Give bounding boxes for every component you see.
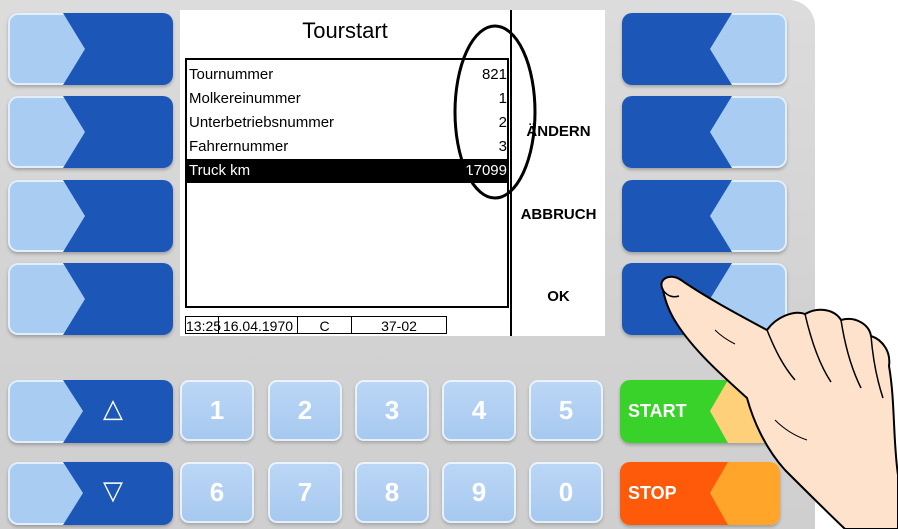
chevron-left-icon: [622, 96, 732, 168]
row-label: Truck km: [189, 162, 251, 179]
status-time: 13:25: [185, 316, 222, 334]
right-softkey-cancel[interactable]: [622, 180, 787, 252]
key-8[interactable]: 8: [355, 462, 429, 523]
key-7[interactable]: 7: [268, 462, 342, 523]
row-value: 821: [481, 66, 507, 83]
status-bar: 13:25 16.04.1970 C 37-02: [185, 316, 509, 336]
key-3[interactable]: 3: [355, 380, 429, 441]
key-5[interactable]: 5: [529, 380, 603, 441]
cancel-label: ABBRUCH: [520, 206, 597, 223]
key-4[interactable]: 4: [442, 380, 516, 441]
chevron-right-icon: [63, 13, 173, 85]
chevron-left-icon: [622, 180, 732, 252]
row-label: Tournummer: [189, 66, 274, 83]
chevron-left-icon: [622, 13, 732, 85]
page-title: Tourstart: [302, 18, 388, 43]
right-softkey-1[interactable]: [622, 13, 787, 85]
arrow-down-icon: ▽: [103, 476, 123, 506]
list-item-fahrernummer[interactable]: Fahrernummer 3: [187, 135, 507, 159]
row-value: 1: [498, 90, 507, 107]
row-value: 2: [498, 114, 507, 131]
chevron-right-icon: [63, 263, 173, 335]
arrow-down-button[interactable]: ▽: [8, 462, 173, 525]
key-1[interactable]: 1: [180, 380, 254, 441]
list-item-tournummer[interactable]: Tournummer 821: [187, 63, 507, 87]
key-9[interactable]: 9: [442, 462, 516, 523]
left-softkey-1[interactable]: [8, 13, 173, 85]
chevron-right-icon: [63, 96, 173, 168]
tour-data-list: Tournummer 821 Molkereinummer 1 Unterbet…: [185, 58, 509, 308]
row-value: 3: [498, 138, 507, 155]
key-0[interactable]: 0: [529, 462, 603, 523]
row-label: Molkereinummer: [189, 90, 301, 107]
left-softkey-3[interactable]: [8, 180, 173, 252]
list-item-molkereinummer[interactable]: Molkereinummer 1: [187, 87, 507, 111]
left-softkey-4[interactable]: [8, 263, 173, 335]
row-label: Unterbetriebsnummer: [189, 114, 335, 131]
left-softkey-2[interactable]: [8, 96, 173, 168]
ok-label: OK: [547, 288, 570, 305]
key-6[interactable]: 6: [180, 462, 254, 523]
list-item-truck-km[interactable]: Truck km 17099: [187, 159, 507, 183]
right-softkey-change[interactable]: [622, 96, 787, 168]
status-date: 16.04.1970: [218, 316, 298, 334]
change-label: ÄNDERN: [526, 123, 591, 140]
chevron-right-icon: [63, 180, 173, 252]
status-code: 37-02: [351, 316, 447, 334]
row-value: 17099: [465, 162, 507, 179]
arrow-up-button[interactable]: △: [8, 380, 173, 443]
key-2[interactable]: 2: [268, 380, 342, 441]
arrow-up-icon: △: [103, 394, 123, 424]
list-item-unterbetriebsnummer[interactable]: Unterbetriebsnummer 2: [187, 111, 507, 135]
display-screen: Tourstart Tournummer 821 Molkereinummer …: [180, 10, 605, 336]
pointing-hand-icon: [660, 275, 898, 529]
row-label: Fahrernummer: [189, 138, 289, 155]
status-mode: C: [297, 316, 352, 334]
